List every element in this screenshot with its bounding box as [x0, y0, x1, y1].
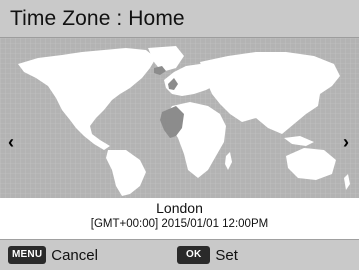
- title-bar: Time Zone : Home: [0, 0, 359, 38]
- time-zone-screen: Time Zone : Home ‹ › London [GMT+00:00] …: [0, 0, 359, 270]
- world-map-graphic: [0, 38, 359, 198]
- cancel-button[interactable]: MENU Cancel: [8, 245, 98, 265]
- ok-key-icon: OK: [177, 246, 211, 264]
- time-zone-info: London [GMT+00:00] 2015/01/01 12:00PM: [0, 198, 359, 238]
- menu-key-icon: MENU: [8, 246, 47, 264]
- city-name: London: [156, 200, 203, 216]
- set-button[interactable]: OK Set: [177, 245, 238, 265]
- chevron-right-icon[interactable]: ›: [338, 132, 354, 152]
- set-label: Set: [215, 246, 238, 264]
- chevron-left-icon[interactable]: ‹: [3, 132, 19, 152]
- world-map[interactable]: ‹ ›: [0, 38, 359, 198]
- gmt-datetime: [GMT+00:00] 2015/01/01 12:00PM: [90, 218, 269, 230]
- bottom-bar: MENU Cancel OK Set: [0, 239, 359, 270]
- page-title: Time Zone : Home: [10, 7, 185, 30]
- cancel-label: Cancel: [51, 246, 98, 264]
